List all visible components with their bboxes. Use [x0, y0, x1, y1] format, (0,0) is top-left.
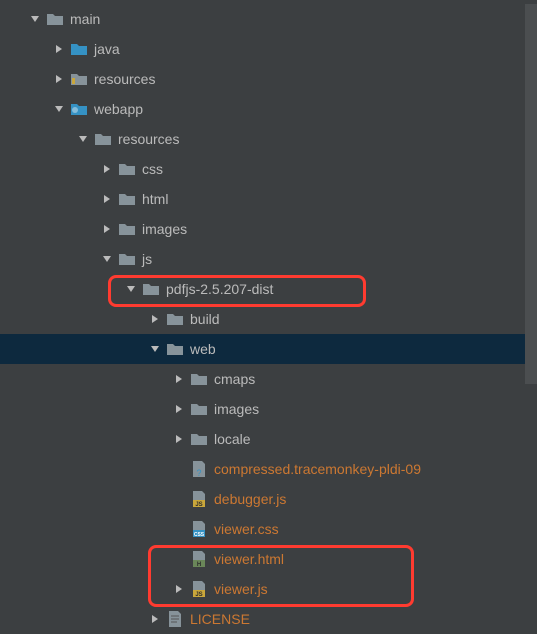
- folder-icon: [190, 400, 208, 418]
- unknown-file-icon: ?: [190, 460, 208, 478]
- tree-row-images-web[interactable]: images: [0, 394, 537, 424]
- chevron-right-icon[interactable]: [52, 42, 66, 56]
- tree-label: images: [142, 221, 187, 237]
- tree-label: viewer.css: [214, 521, 279, 537]
- tree-row-compressed[interactable]: ? compressed.tracemonkey-pldi-09: [0, 454, 537, 484]
- tree-label: main: [70, 11, 100, 27]
- folder-icon: [190, 430, 208, 448]
- svg-text:JS: JS: [195, 592, 202, 598]
- tree-label: css: [142, 161, 163, 177]
- tree-row-main[interactable]: main: [0, 4, 537, 34]
- tree-row-resources-top[interactable]: resources: [0, 64, 537, 94]
- web-folder-icon: [70, 100, 88, 118]
- tree-label: compressed.tracemonkey-pldi-09: [214, 461, 421, 477]
- svg-text:JS: JS: [195, 502, 202, 508]
- tree-row-viewer-css[interactable]: CSS viewer.css: [0, 514, 537, 544]
- resources-folder-icon: [70, 70, 88, 88]
- tree-label: web: [190, 341, 216, 357]
- js-file-icon: JS: [190, 490, 208, 508]
- tree-label: js: [142, 251, 152, 267]
- folder-icon: [46, 10, 64, 28]
- tree-row-web[interactable]: web: [0, 334, 537, 364]
- chevron-right-icon[interactable]: [148, 312, 162, 326]
- chevron-right-icon[interactable]: [148, 612, 162, 626]
- folder-icon: [166, 340, 184, 358]
- folder-icon: [94, 130, 112, 148]
- tree-row-html[interactable]: html: [0, 184, 537, 214]
- tree-row-cmaps[interactable]: cmaps: [0, 364, 537, 394]
- tree-label: viewer.js: [214, 581, 268, 597]
- tree-row-debugger[interactable]: JS debugger.js: [0, 484, 537, 514]
- tree-label: locale: [214, 431, 251, 447]
- tree-row-resources[interactable]: resources: [0, 124, 537, 154]
- chevron-right-icon[interactable]: [100, 162, 114, 176]
- chevron-right-icon[interactable]: [52, 72, 66, 86]
- tree-row-build[interactable]: build: [0, 304, 537, 334]
- file-tree: main java resources webapp resources css: [0, 0, 537, 634]
- tree-row-locale[interactable]: locale: [0, 424, 537, 454]
- tree-label: html: [142, 191, 168, 207]
- chevron-down-icon[interactable]: [52, 102, 66, 116]
- chevron-right-icon[interactable]: [100, 192, 114, 206]
- svg-text:H: H: [197, 562, 201, 568]
- tree-label: cmaps: [214, 371, 255, 387]
- css-file-icon: CSS: [190, 520, 208, 538]
- chevron-right-icon[interactable]: [172, 582, 186, 596]
- folder-icon: [166, 310, 184, 328]
- tree-label: debugger.js: [214, 491, 286, 507]
- tree-label: resources: [94, 71, 155, 87]
- chevron-down-icon[interactable]: [124, 282, 138, 296]
- text-file-icon: [166, 610, 184, 628]
- tree-label: pdfjs-2.5.207-dist: [166, 281, 273, 297]
- tree-row-viewer-js[interactable]: JS viewer.js: [0, 574, 537, 604]
- tree-row-css[interactable]: css: [0, 154, 537, 184]
- tree-label: java: [94, 41, 120, 57]
- folder-icon: [118, 250, 136, 268]
- tree-label: images: [214, 401, 259, 417]
- tree-label: LICENSE: [190, 611, 250, 627]
- chevron-right-icon[interactable]: [172, 432, 186, 446]
- tree-label: webapp: [94, 101, 143, 117]
- tree-row-images[interactable]: images: [0, 214, 537, 244]
- tree-row-pdfjs[interactable]: pdfjs-2.5.207-dist: [0, 274, 537, 304]
- tree-row-java[interactable]: java: [0, 34, 537, 64]
- scrollbar-thumb[interactable]: [525, 4, 537, 384]
- tree-label: resources: [118, 131, 179, 147]
- tree-row-js[interactable]: js: [0, 244, 537, 274]
- folder-icon: [118, 160, 136, 178]
- chevron-right-icon[interactable]: [172, 402, 186, 416]
- tree-row-viewer-html[interactable]: H viewer.html: [0, 544, 537, 574]
- folder-icon: [142, 280, 160, 298]
- chevron-down-icon[interactable]: [100, 252, 114, 266]
- chevron-down-icon[interactable]: [148, 342, 162, 356]
- folder-icon: [118, 220, 136, 238]
- svg-text:CSS: CSS: [194, 532, 205, 538]
- chevron-right-icon[interactable]: [172, 372, 186, 386]
- tree-label: viewer.html: [214, 551, 284, 567]
- folder-icon: [190, 370, 208, 388]
- chevron-down-icon[interactable]: [28, 12, 42, 26]
- html-file-icon: H: [190, 550, 208, 568]
- chevron-down-icon[interactable]: [76, 132, 90, 146]
- svg-text:?: ?: [196, 468, 201, 478]
- source-folder-icon: [70, 40, 88, 58]
- chevron-right-icon[interactable]: [100, 222, 114, 236]
- js-file-icon: JS: [190, 580, 208, 598]
- folder-icon: [118, 190, 136, 208]
- tree-label: build: [190, 311, 220, 327]
- tree-row-webapp[interactable]: webapp: [0, 94, 537, 124]
